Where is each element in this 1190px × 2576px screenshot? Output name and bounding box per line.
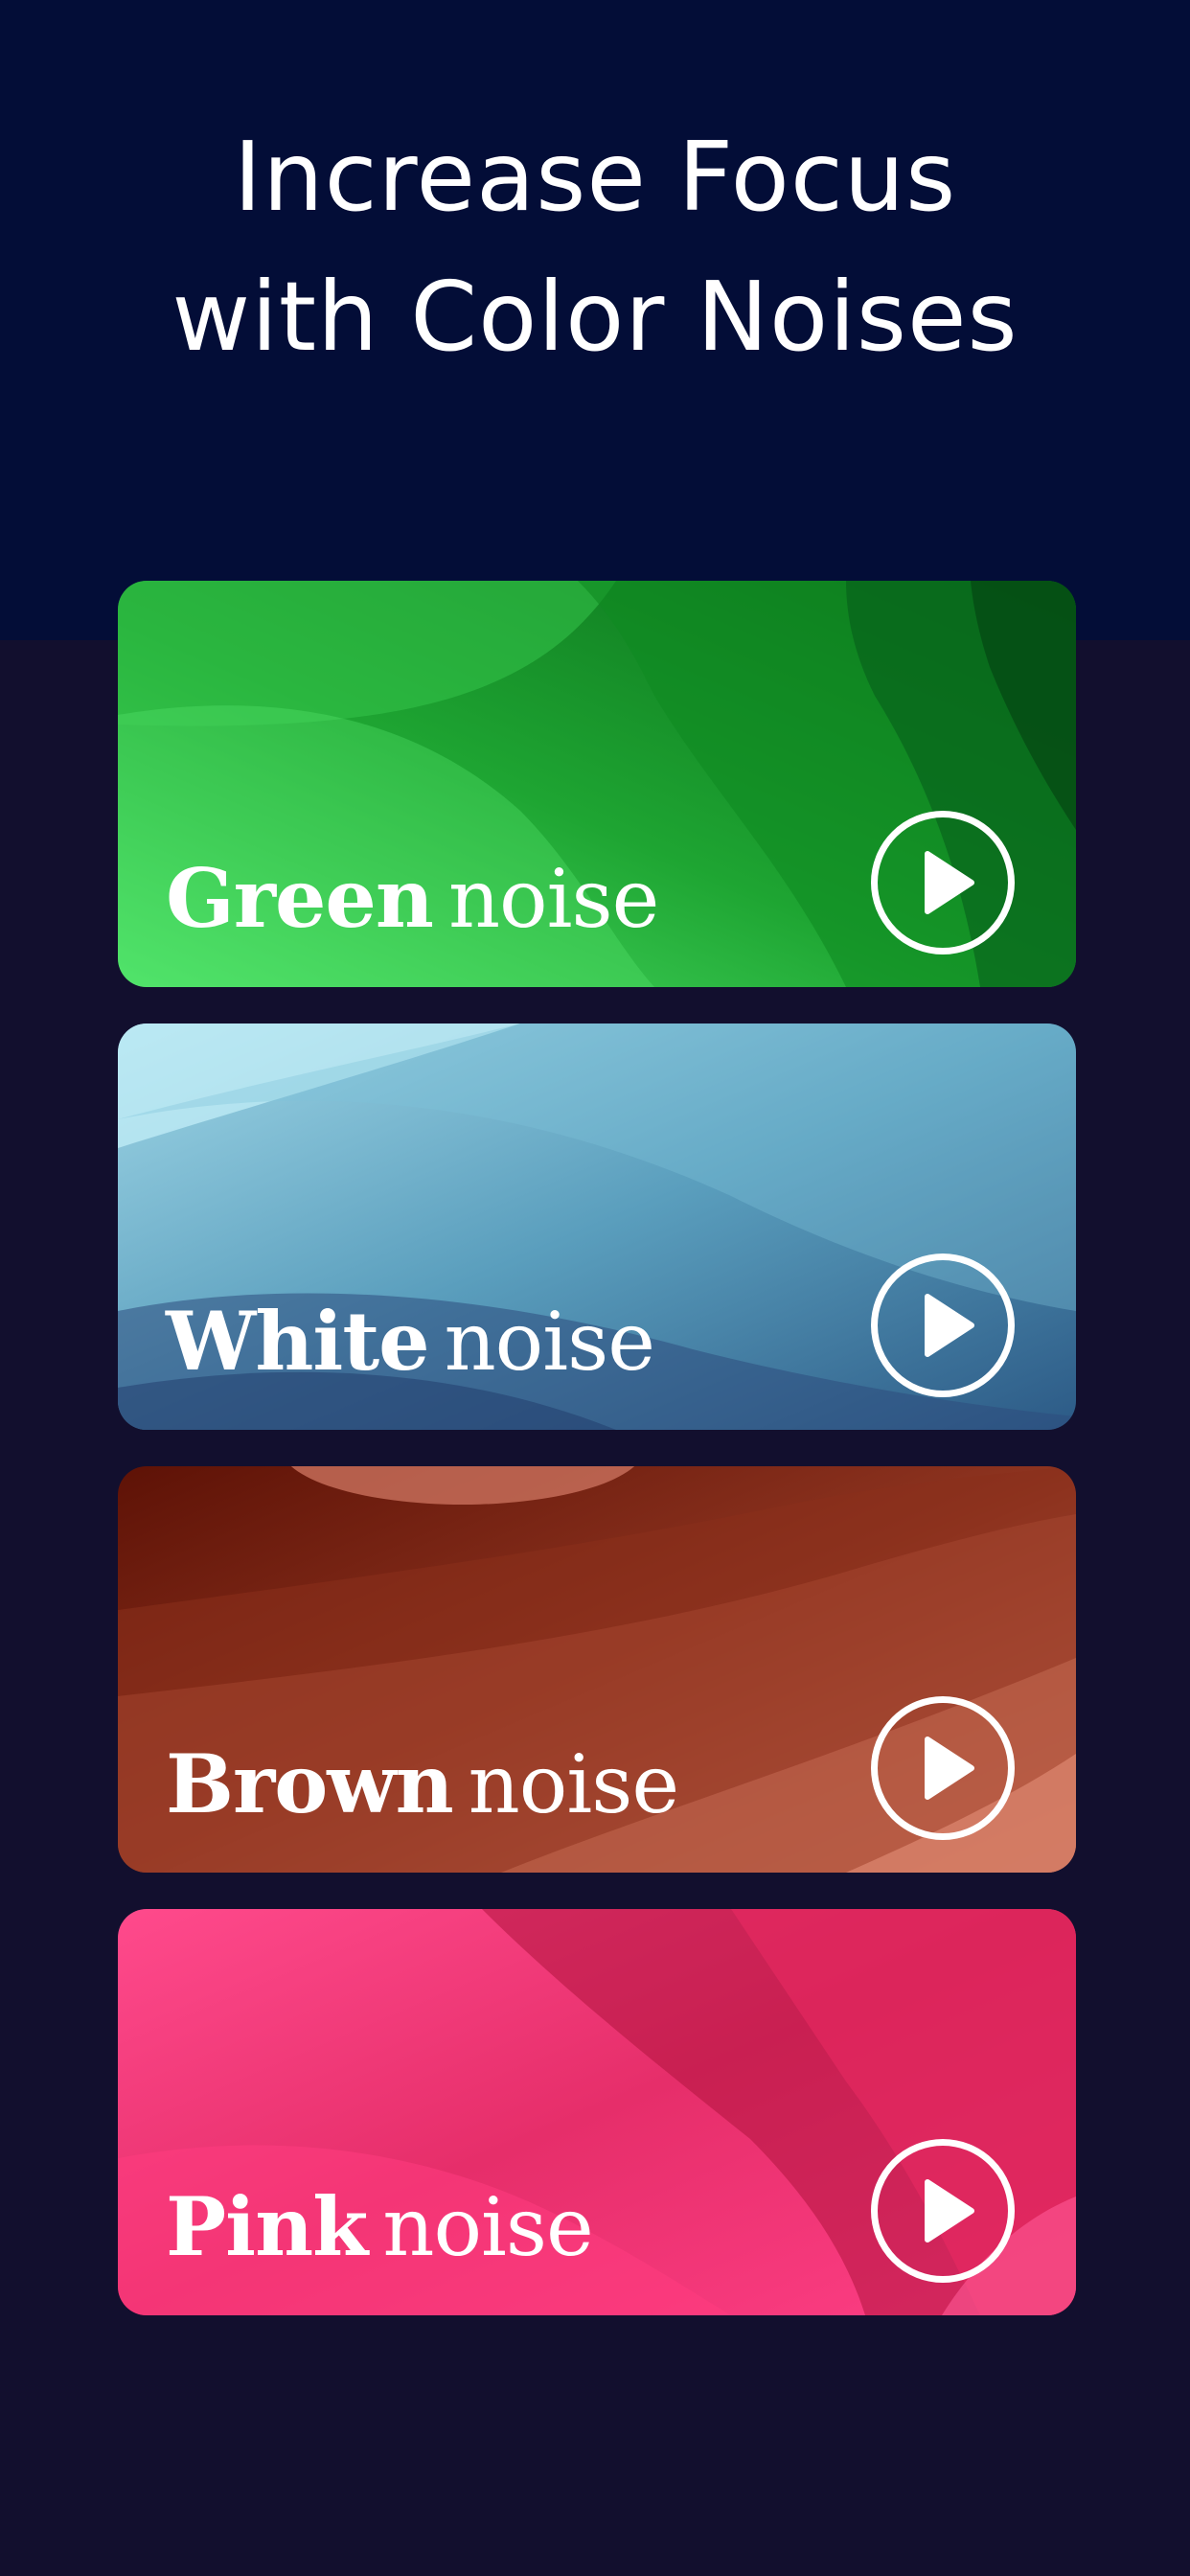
play-button-white[interactable] (871, 1254, 1015, 1397)
noise-card-pink[interactable]: Pink noise (118, 1909, 1076, 2315)
noise-card-green[interactable]: Green noise (118, 581, 1076, 987)
card-title: Green noise (166, 851, 659, 947)
card-title-light: noise (382, 2180, 593, 2274)
play-button-pink[interactable] (871, 2139, 1015, 2283)
noise-card-brown[interactable]: Brown noise (118, 1466, 1076, 1873)
card-title-strong: Pink (166, 2179, 368, 2274)
play-icon (925, 2179, 974, 2242)
card-title-strong: Brown (166, 1736, 454, 1831)
play-icon (925, 1736, 974, 1800)
noise-card-white[interactable]: White noise (118, 1024, 1076, 1430)
play-button-brown[interactable] (871, 1696, 1015, 1840)
card-title: Brown noise (166, 1736, 679, 1832)
card-title: White noise (166, 1294, 655, 1390)
card-title-strong: Green (166, 851, 434, 946)
page-title-line-1: Increase Focus (233, 121, 957, 233)
card-title-light: noise (468, 1737, 679, 1831)
card-title-light: noise (447, 852, 659, 946)
page-title-line-2: with Color Noises (172, 261, 1018, 373)
card-title-light: noise (444, 1295, 655, 1389)
play-icon (925, 851, 974, 914)
play-icon (925, 1294, 974, 1357)
page-title: Increase Focus with Color Noises (0, 107, 1190, 387)
card-title: Pink noise (166, 2179, 594, 2275)
card-title-strong: White (166, 1294, 430, 1389)
play-button-green[interactable] (871, 811, 1015, 954)
